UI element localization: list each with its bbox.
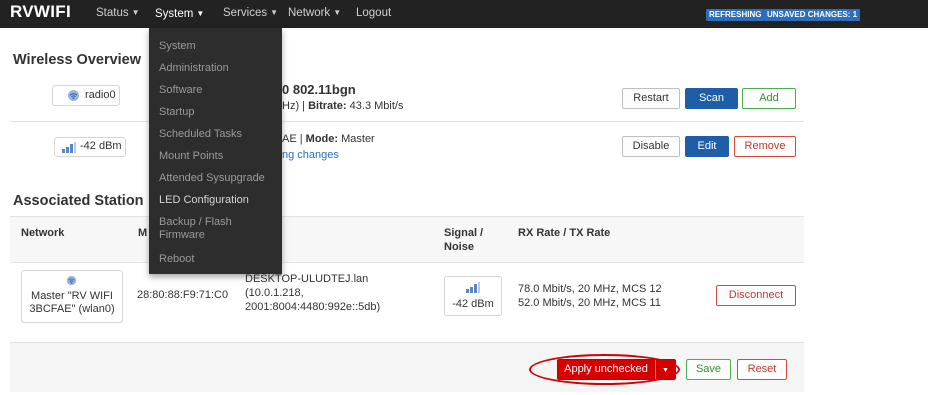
- associated-stations-heading: Associated Station: [13, 193, 144, 209]
- scan-button[interactable]: Scan: [685, 88, 738, 109]
- menu-item-scheduled-tasks[interactable]: Scheduled Tasks: [159, 128, 279, 141]
- wifi-icon: [67, 89, 80, 102]
- station-host-line2: (10.0.1.218,: [245, 287, 304, 299]
- edit-button[interactable]: Edit: [685, 136, 729, 157]
- disable-button[interactable]: Disable: [622, 136, 680, 157]
- wifi-icon: [66, 275, 77, 286]
- station-signal-value: -42 dBm: [452, 298, 494, 310]
- menu-item-mount-points[interactable]: Mount Points: [159, 150, 279, 163]
- col-rate: RX Rate / TX Rate: [518, 227, 611, 239]
- station-host-line1: DESKTOP-ULUDTEJ.lan: [245, 273, 369, 285]
- col-signal-line1: Signal /: [444, 227, 484, 239]
- footer-bar: [10, 342, 804, 392]
- menu-item-startup[interactable]: Startup: [159, 106, 279, 119]
- nav-status-label: Status: [96, 7, 129, 19]
- menu-item-attended-sysupgrade[interactable]: Attended Sysupgrade: [159, 172, 279, 185]
- signal-bars-icon: [62, 142, 76, 153]
- stations-table-header: Network M Signal / Noise RX Rate / TX Ra…: [10, 216, 804, 263]
- radio-badge: radio0: [52, 85, 120, 106]
- mode-value: Master: [338, 133, 375, 145]
- radio-info: Hz) | Bitrate: 43.3 Mbit/s: [282, 100, 403, 112]
- restart-button[interactable]: Restart: [622, 88, 680, 109]
- remove-button[interactable]: Remove: [734, 136, 796, 157]
- system-dropdown-menu: System Administration Software Startup S…: [149, 28, 282, 274]
- col-signal-noise: Signal / Noise: [444, 226, 483, 254]
- signal-value: -42 dBm: [80, 140, 122, 152]
- network-info-text: AE |: [282, 133, 306, 145]
- chevron-down-icon: ▼: [131, 8, 140, 17]
- menu-item-backup-flash-firmware[interactable]: Backup / Flash Firmware: [159, 216, 249, 242]
- nav-status[interactable]: Status ▼: [96, 7, 140, 19]
- divider: [10, 121, 804, 122]
- menu-item-administration[interactable]: Administration: [159, 62, 279, 75]
- bitrate-value: 43.3 Mbit/s: [346, 100, 404, 112]
- mode-label: Mode:: [305, 133, 339, 145]
- chevron-down-icon: ▼: [333, 8, 342, 17]
- pending-changes-link[interactable]: ng changes: [282, 149, 339, 161]
- signal-badge: -42 dBm: [54, 137, 126, 157]
- bitrate-label: Bitrate:: [308, 100, 347, 112]
- col-signal-line2: Noise: [444, 241, 474, 253]
- brand-logo[interactable]: RVWIFI: [10, 2, 71, 22]
- menu-item-system[interactable]: System: [159, 40, 279, 53]
- station-network-line1: Master "RV WIFI: [31, 290, 113, 302]
- unsaved-changes-badge[interactable]: UNSAVED CHANGES: 1: [764, 9, 861, 21]
- station-signal-badge: -42 dBm: [444, 276, 502, 316]
- chevron-down-icon: ▼: [270, 8, 279, 17]
- signal-bars-icon: [466, 282, 480, 293]
- station-mac: 28:80:88:F9:71:C0: [137, 289, 229, 301]
- menu-item-software[interactable]: Software: [159, 84, 279, 97]
- nav-network[interactable]: Network ▼: [288, 7, 341, 19]
- station-network-badge: Master "RV WIFI 3BCFAE" (wlan0): [21, 270, 123, 323]
- radio-info-text: Hz) |: [282, 100, 309, 112]
- station-host: DESKTOP-ULUDTEJ.lan (10.0.1.218, 2001:80…: [245, 272, 380, 314]
- nav-logout[interactable]: Logout: [356, 7, 391, 19]
- network-info: AE | Mode: Master: [282, 133, 375, 145]
- refreshing-badge[interactable]: REFRESHING: [706, 9, 765, 21]
- top-navbar: RVWIFI Status ▼ System ▼ Services ▼ Network…: [0, 0, 928, 28]
- chevron-down-icon: ▼: [196, 9, 205, 18]
- station-rates: 78.0 Mbit/s, 20 MHz, MCS 12 52.0 Mbit/s,…: [518, 282, 662, 310]
- nav-system[interactable]: System ▼: [149, 0, 211, 28]
- highlight-annotation: [529, 354, 680, 385]
- nav-system-label: System: [155, 8, 194, 20]
- wireless-overview-heading: Wireless Overview: [13, 52, 142, 68]
- station-network-label: Master "RV WIFI 3BCFAE" (wlan0): [22, 290, 122, 316]
- nav-network-label: Network: [288, 7, 331, 19]
- radio-title: 0 802.11bgn: [282, 82, 356, 97]
- station-host-line3: 2001:8004:4480:992e::5db): [245, 301, 381, 313]
- save-button[interactable]: Save: [686, 359, 731, 380]
- station-rx-rate: 78.0 Mbit/s, 20 MHz, MCS 12: [518, 283, 662, 295]
- col-network: Network: [21, 227, 65, 239]
- nav-services[interactable]: Services ▼: [223, 7, 278, 19]
- col-mac: M: [138, 227, 148, 239]
- menu-item-led-configuration[interactable]: LED Configuration: [159, 194, 279, 207]
- menu-item-reboot[interactable]: Reboot: [159, 253, 279, 266]
- add-button[interactable]: Add: [742, 88, 796, 109]
- station-tx-rate: 52.0 Mbit/s, 20 MHz, MCS 11: [518, 297, 661, 309]
- radio-label: radio0: [85, 89, 116, 101]
- disconnect-button[interactable]: Disconnect: [716, 285, 796, 306]
- station-network-line2: 3BCFAE" (wlan0): [29, 303, 115, 315]
- reset-button[interactable]: Reset: [737, 359, 787, 380]
- nav-services-label: Services: [223, 7, 268, 19]
